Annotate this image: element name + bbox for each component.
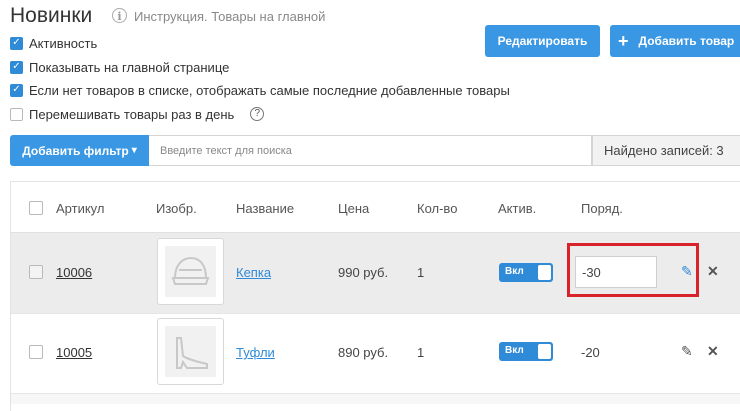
column-header-price[interactable]: Цена [338, 201, 369, 216]
row-sku[interactable]: 10006 [56, 265, 92, 280]
records-found-count: Найдено записей: 3 [592, 135, 740, 166]
checkbox-checked-icon[interactable]: ✓ [10, 60, 23, 74]
edit-icon[interactable]: ✎ [681, 264, 693, 278]
column-header-image: Изобр. [156, 201, 197, 216]
chevron-down-icon: ▾ [131, 145, 137, 156]
toggle-knob [538, 344, 551, 359]
setting-label: Если нет товаров в списке, отображать са… [29, 82, 510, 98]
column-header-order[interactable]: Поряд. [581, 201, 623, 216]
active-toggle[interactable]: Вкл [499, 263, 553, 282]
add-product-label: Добавить товар [638, 34, 735, 48]
checkbox-checked-icon[interactable]: ✓ [10, 83, 23, 97]
order-input[interactable] [575, 256, 657, 288]
product-thumbnail[interactable] [157, 318, 224, 385]
select-all-checkbox[interactable] [29, 201, 43, 215]
setting-label: Перемешивать товары раз в день [29, 106, 235, 122]
setting-label: Активность [29, 35, 98, 51]
add-product-button[interactable]: + Добавить товар [610, 25, 740, 57]
row-price: 990 руб. [338, 265, 389, 280]
instruction-link[interactable]: Инструкция. Товары на главной [134, 9, 325, 24]
row-sku[interactable]: 10005 [56, 345, 92, 360]
setting-shuffle-daily[interactable]: Перемешивать товары раз в день ? [10, 105, 265, 123]
product-name-link[interactable]: Туфли [236, 345, 275, 360]
search-input[interactable]: Введите текст для поиска [149, 135, 592, 166]
product-thumbnail[interactable] [157, 238, 224, 305]
row-order[interactable]: -20 [581, 345, 600, 360]
delete-icon[interactable]: ✕ [707, 344, 719, 358]
toggle-label: Вкл [505, 345, 524, 356]
cap-icon [165, 246, 216, 297]
row-qty: 1 [417, 345, 425, 360]
delete-icon[interactable]: ✕ [707, 264, 719, 278]
column-header-active[interactable]: Актив. [498, 201, 536, 216]
setting-show-on-main[interactable]: ✓ Показывать на главной странице [10, 58, 229, 76]
checkbox-unchecked-icon[interactable] [10, 107, 23, 121]
row-price: 890 руб. [338, 345, 389, 360]
help-icon[interactable]: ? [250, 107, 265, 121]
add-filter-button[interactable]: Добавить фильтр ▾ [10, 135, 149, 166]
checkbox-checked-icon[interactable]: ✓ [10, 36, 23, 50]
add-filter-label: Добавить фильтр [22, 143, 129, 158]
shoe-icon [165, 326, 216, 377]
setting-show-latest[interactable]: ✓ Если нет товаров в списке, отображать … [10, 81, 510, 99]
column-header-sku[interactable]: Артикул [56, 201, 104, 216]
edit-icon[interactable]: ✎ [681, 344, 693, 358]
setting-active[interactable]: ✓ Активность [10, 34, 97, 52]
row-checkbox[interactable] [29, 345, 43, 359]
plus-icon: + [618, 30, 629, 51]
toggle-label: Вкл [505, 266, 524, 277]
active-toggle[interactable]: Вкл [499, 342, 553, 361]
edit-button[interactable]: Редактировать [485, 25, 600, 57]
row-checkbox[interactable] [29, 265, 43, 279]
column-header-name[interactable]: Название [236, 201, 294, 216]
product-name-link[interactable]: Кепка [236, 265, 271, 280]
page-title: Новинки [10, 4, 93, 27]
info-icon[interactable]: i [112, 8, 127, 23]
toggle-knob [538, 265, 551, 280]
setting-label: Показывать на главной странице [29, 59, 230, 75]
column-header-qty[interactable]: Кол-во [417, 201, 457, 216]
row-qty: 1 [417, 265, 425, 280]
